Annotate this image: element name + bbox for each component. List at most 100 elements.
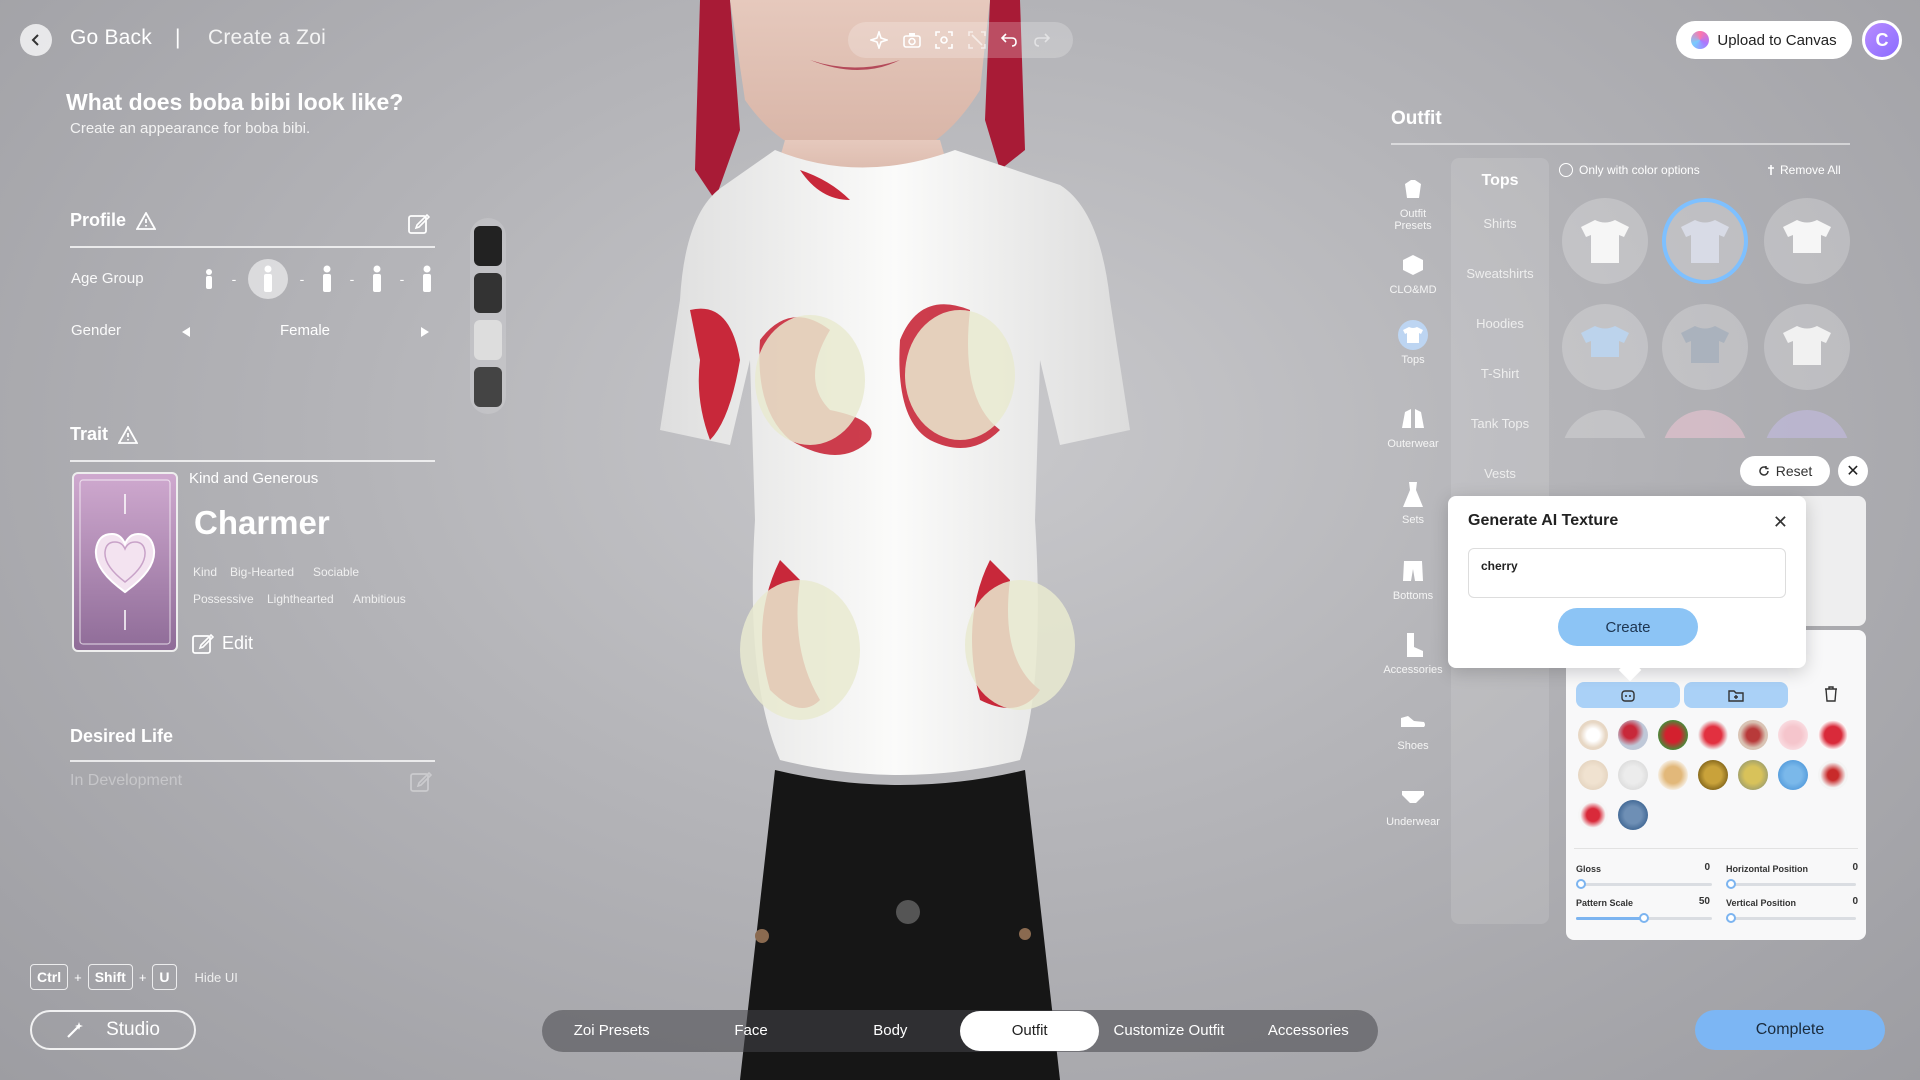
- swatch-item[interactable]: [1698, 760, 1728, 790]
- bottom-thumbnail[interactable]: [474, 272, 502, 313]
- horizontal-position-slider[interactable]: [1726, 879, 1856, 889]
- age-teen-icon[interactable]: [247, 259, 288, 299]
- redo-icon[interactable]: [1031, 29, 1053, 51]
- tab-outfit[interactable]: Outfit: [959, 1011, 1100, 1051]
- hide-ui-label: Hide UI: [194, 969, 238, 985]
- category-outerwear[interactable]: Outerwear: [1383, 404, 1443, 450]
- top-thumbnail[interactable]: [474, 225, 502, 266]
- wand-icon: [67, 1022, 84, 1038]
- go-back-label[interactable]: Go Back: [70, 26, 152, 50]
- top-item[interactable]: [1562, 410, 1648, 438]
- swatch-item[interactable]: [1738, 760, 1768, 790]
- subcategory-hoodies[interactable]: Hoodies: [1451, 316, 1549, 331]
- create-button[interactable]: Create: [1558, 608, 1698, 646]
- hanger-icon: [1398, 174, 1428, 204]
- complete-button[interactable]: Complete: [1695, 1010, 1885, 1050]
- top-item[interactable]: [1662, 410, 1748, 438]
- remove-all-button[interactable]: Remove All: [1766, 163, 1841, 177]
- category-sets[interactable]: Sets: [1383, 480, 1443, 526]
- swatch-item[interactable]: [1618, 720, 1648, 750]
- top-item[interactable]: [1764, 304, 1850, 390]
- vertical-position-slider[interactable]: [1726, 913, 1856, 923]
- gender-next-icon[interactable]: [420, 326, 430, 338]
- go-back-button[interactable]: [20, 24, 52, 56]
- gloss-slider[interactable]: [1576, 879, 1712, 889]
- reset-button[interactable]: Reset: [1740, 456, 1830, 486]
- tops-grid: [1560, 196, 1850, 438]
- category-tops[interactable]: Tops: [1383, 320, 1443, 366]
- crop-icon[interactable]: [966, 29, 988, 51]
- swatch-item[interactable]: [1578, 720, 1608, 750]
- ai-texture-title: Generate AI Texture: [1468, 512, 1619, 529]
- category-shoes[interactable]: Shoes: [1383, 706, 1443, 752]
- top-item[interactable]: [1662, 304, 1748, 390]
- category-bottoms[interactable]: Bottoms: [1383, 556, 1443, 602]
- swatch-item[interactable]: [1778, 760, 1808, 790]
- ai-texture-tab[interactable]: [1576, 682, 1680, 708]
- category-clo-md[interactable]: CLO&MD: [1383, 250, 1443, 296]
- trash-icon[interactable]: [1824, 686, 1838, 702]
- age-adult-icon[interactable]: [366, 263, 388, 295]
- trait-heading: Trait: [70, 424, 139, 445]
- category-accessories[interactable]: Accessories: [1383, 630, 1443, 676]
- age-child-icon[interactable]: [198, 263, 220, 295]
- category-label: Underwear: [1386, 816, 1440, 828]
- top-item[interactable]: [1562, 198, 1648, 284]
- camera-icon[interactable]: [901, 29, 923, 51]
- swatch-item[interactable]: [1738, 720, 1768, 750]
- subcategory-title[interactable]: Tops: [1451, 172, 1549, 190]
- swatch-item[interactable]: [1618, 760, 1648, 790]
- avatar[interactable]: C: [1862, 20, 1902, 60]
- socks-thumbnail[interactable]: [474, 319, 502, 360]
- top-item-selected[interactable]: [1662, 198, 1748, 284]
- top-item[interactable]: [1764, 198, 1850, 284]
- swatch-item[interactable]: [1818, 760, 1848, 790]
- desired-life-title: Desired Life: [70, 726, 174, 746]
- subcategory-vests[interactable]: Vests: [1451, 466, 1549, 481]
- close-icon[interactable]: ✕: [1773, 512, 1788, 533]
- tab-body[interactable]: Body: [821, 1011, 960, 1051]
- shoes-thumbnail[interactable]: [474, 366, 502, 407]
- subcategory-tank-tops[interactable]: Tank Tops: [1451, 416, 1549, 431]
- tab-customize-outfit[interactable]: Customize Outfit: [1099, 1011, 1238, 1051]
- close-icon[interactable]: ✕: [1838, 456, 1868, 486]
- trait-card[interactable]: [72, 472, 178, 652]
- swatch-item[interactable]: [1578, 760, 1608, 790]
- sparkle-icon[interactable]: [868, 29, 890, 51]
- undo-icon[interactable]: [998, 29, 1020, 51]
- trait-edit-button[interactable]: Edit: [192, 632, 253, 654]
- tab-accessories[interactable]: Accessories: [1239, 1011, 1378, 1051]
- subcategory-sweatshirts[interactable]: Sweatshirts: [1451, 266, 1549, 281]
- gender-prev-icon[interactable]: [181, 326, 191, 338]
- trait-subtitle: Kind and Generous: [189, 470, 319, 487]
- upload-to-canvas-button[interactable]: Upload to Canvas: [1676, 21, 1852, 59]
- swatch-item[interactable]: [1778, 720, 1808, 750]
- vertical-position-label: Vertical Position: [1726, 898, 1797, 908]
- swatch-item[interactable]: [1698, 720, 1728, 750]
- profile-edit-icon[interactable]: [408, 212, 430, 234]
- ai-prompt-input[interactable]: cherry: [1468, 548, 1786, 598]
- tab-zoi-presets[interactable]: Zoi Presets: [542, 1011, 681, 1051]
- swatch-item[interactable]: [1618, 800, 1648, 830]
- age-elder-icon[interactable]: [416, 263, 438, 295]
- focus-icon[interactable]: [933, 29, 955, 51]
- category-label: Tops: [1401, 354, 1425, 366]
- swatch-item[interactable]: [1658, 720, 1688, 750]
- swatch-item[interactable]: [1818, 720, 1848, 750]
- page-subtitle: Create an appearance for boba bibi.: [70, 120, 311, 137]
- import-texture-tab[interactable]: [1684, 682, 1788, 708]
- character-model[interactable]: [500, 0, 1260, 1080]
- top-item[interactable]: [1562, 304, 1648, 390]
- tab-face[interactable]: Face: [681, 1011, 820, 1051]
- subcategory-shirts[interactable]: Shirts: [1451, 216, 1549, 231]
- swatch-item[interactable]: [1658, 760, 1688, 790]
- subcategory-tshirt[interactable]: T-Shirt: [1451, 366, 1549, 381]
- studio-button[interactable]: Studio: [30, 1010, 196, 1050]
- pattern-scale-slider[interactable]: [1576, 913, 1712, 923]
- swatch-item[interactable]: [1578, 800, 1608, 830]
- category-outfit-presets[interactable]: Outfit Presets: [1383, 174, 1443, 232]
- age-young-adult-icon[interactable]: [316, 263, 338, 295]
- only-color-options-toggle[interactable]: Only with color options: [1559, 163, 1700, 177]
- category-underwear[interactable]: Underwear: [1383, 782, 1443, 828]
- top-item[interactable]: [1764, 410, 1850, 438]
